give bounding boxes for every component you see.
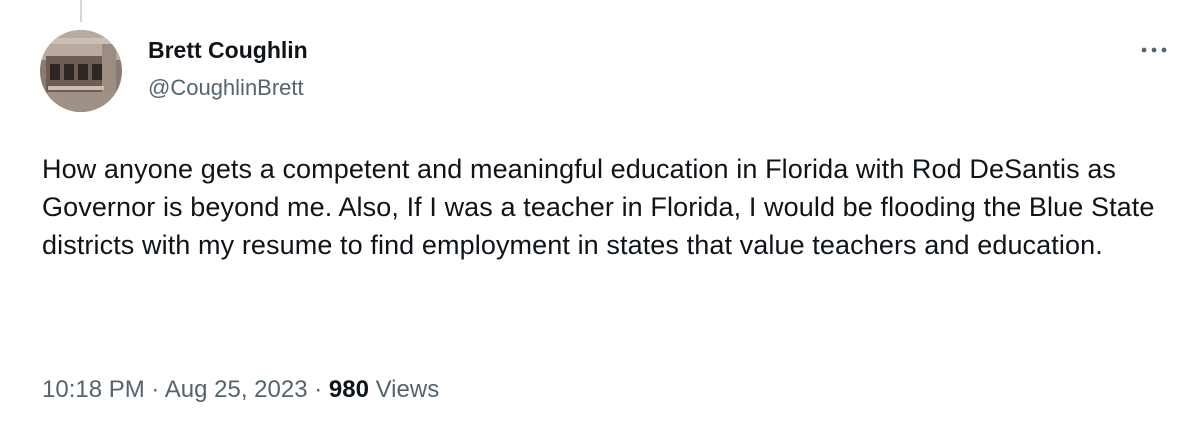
more-horizontal-icon [1141,47,1167,53]
building-photo-avatar-icon [40,30,122,112]
tweet-metadata: 10:18 PM · Aug 25, 2023 · 980 Views [42,372,439,408]
tweet-date[interactable]: Aug 25, 2023 [165,376,308,403]
avatar[interactable] [40,30,122,112]
meta-separator: · [151,376,160,403]
meta-separator: · [314,376,323,403]
views-label: Views [375,376,440,403]
more-options-button[interactable] [1136,38,1172,62]
tweet-time[interactable]: 10:18 PM [42,376,145,403]
thread-connector-line [80,0,82,22]
tweet-author: Brett Coughlin @CoughlinBrett [148,34,308,104]
author-display-name[interactable]: Brett Coughlin [148,34,308,66]
views-count[interactable]: 980 [329,376,369,403]
tweet-text: How anyone gets a competent and meaningf… [42,154,1155,260]
author-handle[interactable]: @CoughlinBrett [148,72,308,104]
